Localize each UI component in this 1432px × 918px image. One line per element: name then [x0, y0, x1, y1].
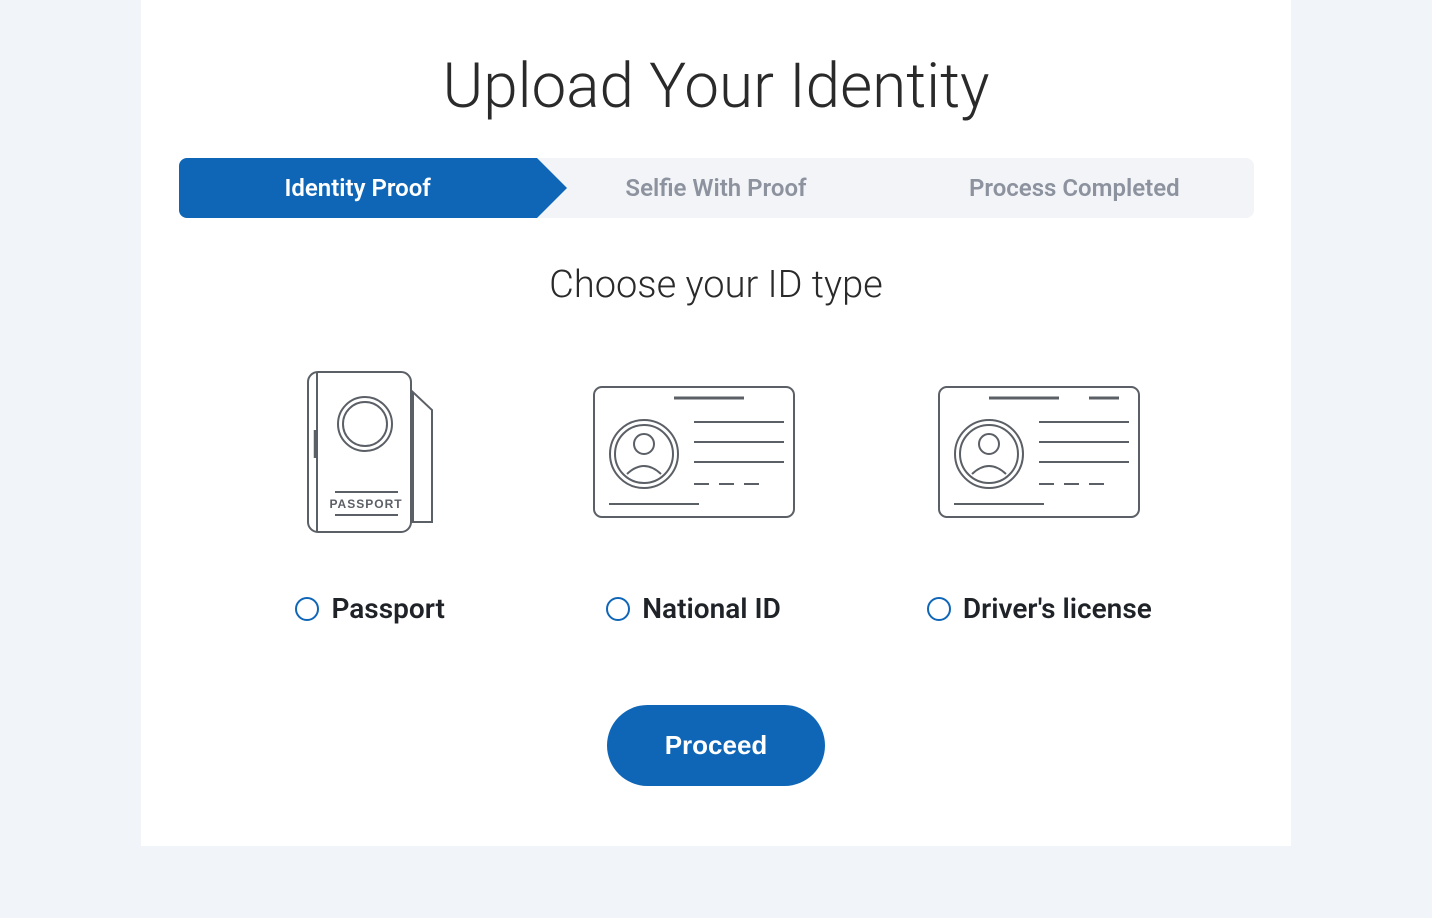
option-control[interactable]: Driver's license — [927, 592, 1152, 625]
upload-identity-card: Upload Your Identity Identity Proof Self… — [141, 0, 1291, 846]
radio-icon[interactable] — [606, 597, 630, 621]
option-control[interactable]: Passport — [295, 592, 444, 625]
id-type-options: PASSPORT Passport — [216, 357, 1216, 625]
national-id-icon — [589, 357, 799, 547]
step-label: Identity Proof — [284, 174, 430, 202]
step-identity-proof[interactable]: Identity Proof — [179, 158, 537, 218]
step-label: Selfie With Proof — [625, 174, 806, 202]
page-title: Upload Your Identity — [141, 50, 1291, 123]
option-label: National ID — [642, 592, 781, 625]
drivers-license-icon — [934, 357, 1144, 547]
proceed-wrap: Proceed — [141, 705, 1291, 786]
step-process-completed[interactable]: Process Completed — [895, 158, 1253, 218]
option-label: Driver's license — [963, 592, 1152, 625]
option-national-id[interactable]: National ID — [589, 357, 799, 625]
step-selfie-with-proof[interactable]: Selfie With Proof — [537, 158, 895, 218]
svg-text:PASSPORT: PASSPORT — [330, 497, 403, 511]
radio-icon[interactable] — [295, 597, 319, 621]
option-control[interactable]: National ID — [606, 592, 781, 625]
option-label: Passport — [331, 592, 444, 625]
passport-icon: PASSPORT — [280, 357, 460, 547]
step-label: Process Completed — [969, 174, 1180, 202]
choose-id-subtitle: Choose your ID type — [141, 263, 1291, 307]
option-passport[interactable]: PASSPORT Passport — [280, 357, 460, 625]
radio-icon[interactable] — [927, 597, 951, 621]
progress-steps: Identity Proof Selfie With Proof Process… — [179, 158, 1254, 218]
proceed-button[interactable]: Proceed — [607, 705, 826, 786]
option-drivers-license[interactable]: Driver's license — [927, 357, 1152, 625]
